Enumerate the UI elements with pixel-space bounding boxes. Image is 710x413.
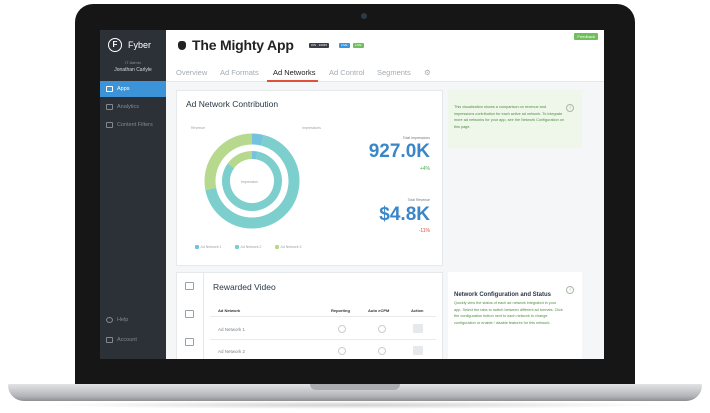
- inner-ring-segment-ad-network-3[interactable]: [227, 151, 253, 169]
- revenue-delta: -11%: [418, 228, 430, 234]
- camera-icon: [361, 13, 367, 19]
- info-text: This visualization shows a comparison on…: [454, 105, 564, 129]
- sidebar: F Fyber IT Admin Jonathan Carlyle Apps A…: [100, 30, 166, 359]
- tab-ad-control[interactable]: Ad Control: [329, 68, 364, 77]
- legend-label: Ad Network 3: [280, 245, 302, 249]
- auto-ecpm-toggle[interactable]: [378, 347, 386, 355]
- app-screen: F Fyber IT Admin Jonathan Carlyle Apps A…: [100, 30, 604, 359]
- tab-ad-formats[interactable]: Ad Formats: [220, 68, 259, 77]
- laptop-notch: [310, 384, 400, 390]
- app-header: The Mighty App iOS · 10045 LIVE LIVE Fee…: [166, 30, 604, 82]
- divider: [203, 272, 204, 359]
- apps-icon: [106, 86, 113, 92]
- sidebar-item-apps[interactable]: Apps: [100, 81, 166, 97]
- tab-segments[interactable]: Segments: [377, 68, 411, 77]
- info-text: Quickly view the status of each ad netwo…: [454, 301, 563, 325]
- account-icon: [106, 337, 113, 343]
- info-icon[interactable]: i: [566, 104, 574, 112]
- document-icon[interactable]: [185, 310, 194, 318]
- column-header: Reporting: [331, 308, 350, 313]
- status-badge: LIVE: [339, 43, 350, 48]
- filter-icon: [106, 122, 113, 128]
- legend-item[interactable]: Ad Network 3: [275, 245, 302, 249]
- status-badge: LIVE: [353, 43, 364, 48]
- sidebar-item-content-filters[interactable]: Content Filters: [100, 117, 166, 133]
- rewarded-video-title: Rewarded Video: [213, 282, 276, 292]
- sidebar-item-help[interactable]: Help: [100, 312, 166, 328]
- feedback-button[interactable]: Feedback: [574, 33, 598, 40]
- sidebar-item-label: Analytics: [117, 104, 140, 110]
- laptop-shadow: [40, 401, 670, 409]
- total-revenue-value: $4.8K: [379, 204, 430, 225]
- legend-item[interactable]: Ad Network 1: [195, 245, 222, 249]
- checkbox-icon: [235, 245, 239, 249]
- info-title: Network Configuration and Status: [454, 292, 552, 298]
- sidebar-item-label: Account: [117, 337, 137, 343]
- info-icon[interactable]: i: [566, 286, 574, 294]
- chart-center-label: Impression: [241, 180, 259, 184]
- tab-settings-icon[interactable]: ⚙: [424, 68, 431, 77]
- tab-ad-networks[interactable]: Ad Networks: [273, 68, 316, 77]
- column-header: Auto eCPM: [368, 308, 390, 313]
- reporting-toggle[interactable]: [338, 325, 346, 333]
- active-tab-underline: [267, 80, 318, 82]
- configure-button[interactable]: [413, 346, 423, 355]
- outer-ring-segment-ad-network-1[interactable]: [251, 133, 264, 146]
- contribution-title: Ad Network Contribution: [186, 99, 279, 109]
- bar-chart-icon: [106, 104, 113, 110]
- legend-label: Ad Network 2: [240, 245, 262, 249]
- configure-button[interactable]: [413, 324, 423, 333]
- sidebar-item-label: Help: [117, 317, 129, 323]
- total-impressions-value: 927.0K: [368, 141, 430, 162]
- total-impressions-label: Total Impressions: [402, 136, 430, 140]
- divider: [210, 339, 436, 340]
- column-header: Ad Network: [218, 308, 241, 313]
- reporting-toggle[interactable]: [338, 347, 346, 355]
- user-role: IT Admin: [125, 60, 141, 65]
- divider: [210, 316, 436, 317]
- chart-label-revenue: Revenue: [191, 126, 206, 130]
- checkbox-icon: [275, 245, 279, 249]
- auto-ecpm-toggle[interactable]: [378, 325, 386, 333]
- sidebar-item-analytics[interactable]: Analytics: [100, 99, 166, 115]
- column-header: Action: [411, 308, 424, 313]
- help-icon: [106, 317, 113, 323]
- tab-overview[interactable]: Overview: [176, 68, 207, 77]
- apple-icon: [178, 41, 186, 50]
- sidebar-item-account[interactable]: Account: [100, 332, 166, 348]
- chart-label-impressions: Impressions: [302, 126, 321, 130]
- page-title: The Mighty App: [192, 37, 294, 53]
- impressions-delta: +4%: [419, 166, 430, 172]
- list-icon[interactable]: [185, 338, 194, 346]
- video-icon[interactable]: [185, 282, 194, 290]
- sidebar-item-label: Content Filters: [117, 122, 153, 128]
- user-name[interactable]: Jonathan Carlyle: [100, 67, 166, 73]
- sidebar-item-label: Apps: [117, 86, 130, 92]
- legend-item[interactable]: Ad Network 2: [235, 245, 262, 249]
- brand-name: Fyber: [128, 40, 152, 50]
- platform-badge: iOS · 10045: [309, 43, 330, 48]
- table-cell-network: Ad Network 2: [218, 349, 246, 354]
- fyber-logo-icon: F: [108, 38, 122, 52]
- checkbox-icon: [195, 245, 199, 249]
- total-revenue-label: Total Revenue: [407, 198, 430, 202]
- table-cell-network: Ad Network 1: [218, 327, 246, 332]
- brand[interactable]: F Fyber: [108, 38, 151, 52]
- legend-label: Ad Network 1: [200, 245, 222, 249]
